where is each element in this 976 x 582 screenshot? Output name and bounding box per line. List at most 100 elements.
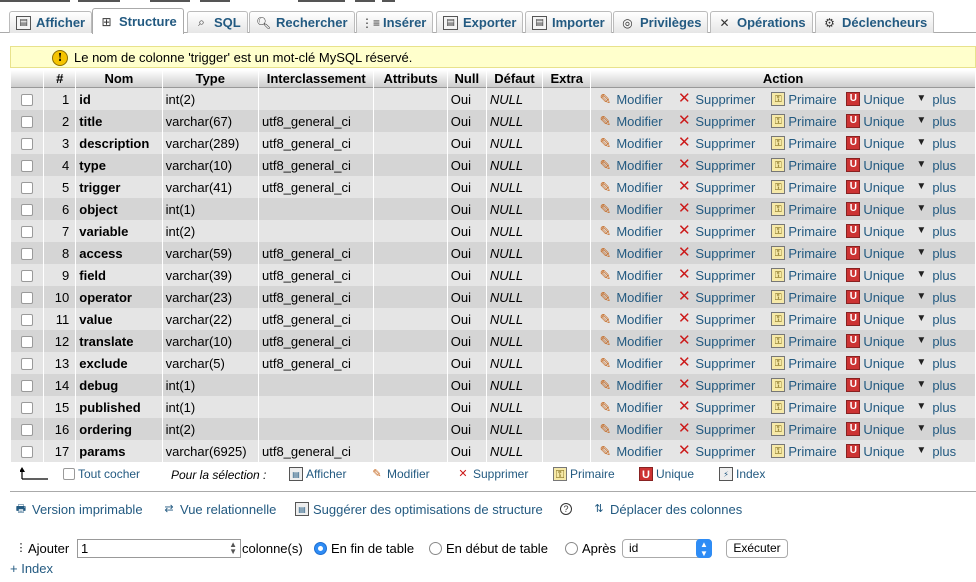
sel-browse-button[interactable]: ▤ Afficher — [289, 467, 346, 481]
more-button[interactable]: ▼ plus — [913, 289, 957, 305]
row-select[interactable] — [11, 198, 44, 220]
row-checkbox[interactable] — [21, 226, 34, 239]
row-checkbox[interactable] — [21, 424, 34, 437]
header-attributes[interactable]: Attributs — [374, 70, 447, 88]
sel-index-button[interactable]: ⚡ Index — [719, 467, 765, 481]
modify-button[interactable]: ✎ Modifier — [597, 91, 676, 107]
primary-button[interactable]: ⚿ Primaire — [771, 422, 846, 437]
unique-button[interactable]: U Unique — [846, 290, 913, 305]
modify-button[interactable]: ✎ Modifier — [597, 223, 676, 239]
drop-button[interactable]: ✕ Supprimer — [676, 157, 771, 173]
row-checkbox[interactable] — [21, 336, 34, 349]
modify-button[interactable]: ✎ Modifier — [597, 113, 676, 129]
more-button[interactable]: ▼ plus — [913, 201, 957, 217]
unique-button[interactable]: U Unique — [846, 444, 913, 459]
more-button[interactable]: ▼ plus — [913, 333, 957, 349]
tab-rechercher[interactable]: 🔍︎ Rechercher — [249, 11, 355, 33]
primary-button[interactable]: ⚿ Primaire — [771, 246, 846, 261]
tab-sql[interactable]: ⌕ SQL — [187, 11, 248, 33]
row-checkbox[interactable] — [21, 270, 34, 283]
modify-button[interactable]: ✎ Modifier — [597, 443, 676, 459]
at-start-radio[interactable] — [429, 541, 442, 555]
column-count-input[interactable]: 1 ▲ ▼ — [77, 539, 241, 558]
unique-button[interactable]: U Unique — [846, 268, 913, 283]
modify-button[interactable]: ✎ Modifier — [597, 333, 676, 349]
unique-button[interactable]: U Unique — [846, 422, 913, 437]
drop-button[interactable]: ✕ Supprimer — [676, 267, 771, 283]
row-select[interactable] — [11, 440, 44, 462]
primary-button[interactable]: ⚿ Primaire — [771, 114, 846, 129]
primary-button[interactable]: ⚿ Primaire — [771, 92, 846, 107]
propose-structure-link[interactable]: ▤ Suggérer des optimisations de structur… — [295, 498, 543, 520]
drop-button[interactable]: ✕ Supprimer — [676, 421, 771, 437]
tab-privileges[interactable]: ◎ Privilèges — [613, 11, 709, 33]
row-select[interactable] — [11, 330, 44, 352]
drop-button[interactable]: ✕ Supprimer — [676, 135, 771, 151]
row-select[interactable] — [11, 88, 44, 110]
row-checkbox[interactable] — [21, 314, 34, 327]
row-checkbox[interactable] — [21, 402, 34, 415]
drop-button[interactable]: ✕ Supprimer — [676, 355, 771, 371]
row-checkbox[interactable] — [21, 358, 34, 371]
unique-button[interactable]: U Unique — [846, 246, 913, 261]
tab-declencheurs[interactable]: ⚙ Déclencheurs — [815, 11, 935, 33]
modify-button[interactable]: ✎ Modifier — [597, 355, 676, 371]
check-all[interactable]: Tout cocher — [63, 467, 140, 481]
after-radio[interactable] — [565, 541, 578, 555]
drop-button[interactable]: ✕ Supprimer — [676, 443, 771, 459]
tab-inserer[interactable]: ⋮≡ Insérer — [356, 11, 434, 33]
tab-structure[interactable]: ⊞ Structure — [92, 8, 184, 34]
more-button[interactable]: ▼ plus — [913, 113, 957, 129]
header-name[interactable]: Nom — [76, 70, 162, 88]
spinner-icon[interactable]: ▲ ▼ — [229, 541, 237, 556]
more-button[interactable]: ▼ plus — [913, 157, 957, 173]
row-select[interactable] — [11, 418, 44, 440]
after-column-select[interactable]: id ▲ ▼ — [622, 539, 712, 558]
sel-unique-button[interactable]: U Unique — [639, 467, 694, 481]
unique-button[interactable]: U Unique — [846, 312, 913, 327]
relational-view-link[interactable]: ⇄ Vue relationnelle — [162, 498, 276, 520]
drop-button[interactable]: ✕ Supprimer — [676, 223, 771, 239]
check-all-checkbox[interactable] — [63, 468, 75, 480]
more-button[interactable]: ▼ plus — [913, 311, 957, 327]
unique-button[interactable]: U Unique — [846, 158, 913, 173]
unique-button[interactable]: U Unique — [846, 334, 913, 349]
primary-button[interactable]: ⚿ Primaire — [771, 180, 846, 195]
primary-button[interactable]: ⚿ Primaire — [771, 158, 846, 173]
drop-button[interactable]: ✕ Supprimer — [676, 311, 771, 327]
row-select[interactable] — [11, 110, 44, 132]
tab-importer[interactable]: ▤ Importer — [525, 11, 612, 33]
more-button[interactable]: ▼ plus — [913, 223, 957, 239]
more-button[interactable]: ▼ plus — [913, 179, 957, 195]
primary-button[interactable]: ⚿ Primaire — [771, 202, 846, 217]
unique-button[interactable]: U Unique — [846, 114, 913, 129]
modify-button[interactable]: ✎ Modifier — [597, 289, 676, 305]
header-null[interactable]: Null — [447, 70, 486, 88]
sel-primary-button[interactable]: ⚿ Primaire — [553, 467, 615, 481]
at-end-radio[interactable] — [314, 541, 327, 555]
more-button[interactable]: ▼ plus — [913, 135, 957, 151]
at-start-option[interactable]: En début de table — [429, 537, 548, 559]
row-select[interactable] — [11, 396, 44, 418]
check-all-label[interactable]: Tout cocher — [78, 467, 140, 481]
execute-button[interactable]: Exécuter — [726, 539, 788, 558]
drop-button[interactable]: ✕ Supprimer — [676, 377, 771, 393]
header-extra[interactable]: Extra — [543, 70, 591, 88]
unique-button[interactable]: U Unique — [846, 224, 913, 239]
more-button[interactable]: ▼ plus — [913, 245, 957, 261]
more-button[interactable]: ▼ plus — [913, 421, 957, 437]
more-button[interactable]: ▼ plus — [913, 443, 957, 459]
row-checkbox[interactable] — [21, 116, 34, 129]
row-select[interactable] — [11, 374, 44, 396]
row-select[interactable] — [11, 352, 44, 374]
primary-button[interactable]: ⚿ Primaire — [771, 444, 846, 459]
row-select[interactable] — [11, 308, 44, 330]
unique-button[interactable]: U Unique — [846, 92, 913, 107]
more-button[interactable]: ▼ plus — [913, 91, 957, 107]
unique-button[interactable]: U Unique — [846, 378, 913, 393]
primary-button[interactable]: ⚿ Primaire — [771, 334, 846, 349]
primary-button[interactable]: ⚿ Primaire — [771, 290, 846, 305]
modify-button[interactable]: ✎ Modifier — [597, 201, 676, 217]
tab-operations[interactable]: ✕ Opérations — [710, 11, 813, 33]
row-checkbox[interactable] — [21, 138, 34, 151]
